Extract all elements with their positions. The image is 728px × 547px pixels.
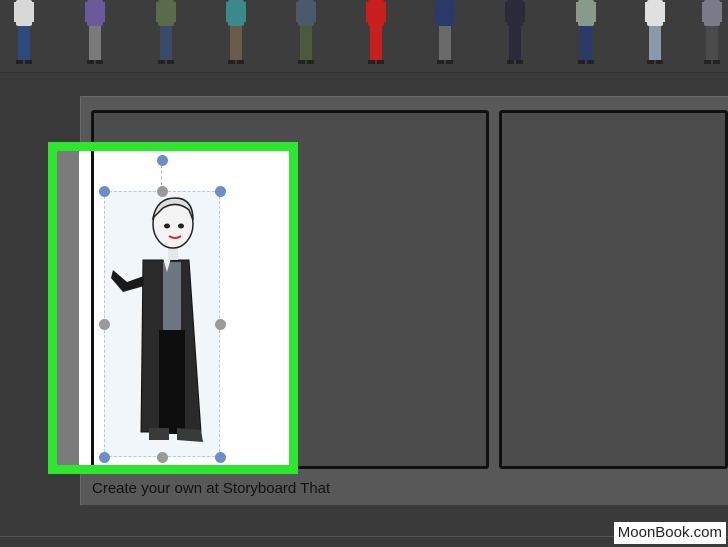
library-character-4[interactable]: [221, 0, 251, 68]
library-character-5[interactable]: [291, 0, 321, 68]
library-character-3[interactable]: [151, 0, 181, 68]
toolbar-strip: [0, 73, 728, 93]
library-character-8[interactable]: [500, 0, 530, 68]
library-character-9[interactable]: [571, 0, 601, 68]
watermark: MoonBook.com: [613, 522, 726, 544]
highlight-box: [48, 142, 298, 474]
library-character-11[interactable]: [697, 0, 727, 68]
character-library: [0, 0, 728, 73]
library-character-1[interactable]: [9, 0, 39, 68]
library-character-2[interactable]: [80, 0, 110, 68]
library-character-10[interactable]: [640, 0, 670, 68]
storyboard-caption: Create your own at Storyboard That: [92, 480, 331, 497]
storyboard-cell-2[interactable]: [499, 110, 728, 469]
library-character-7[interactable]: [430, 0, 460, 68]
library-character-6[interactable]: [361, 0, 391, 68]
